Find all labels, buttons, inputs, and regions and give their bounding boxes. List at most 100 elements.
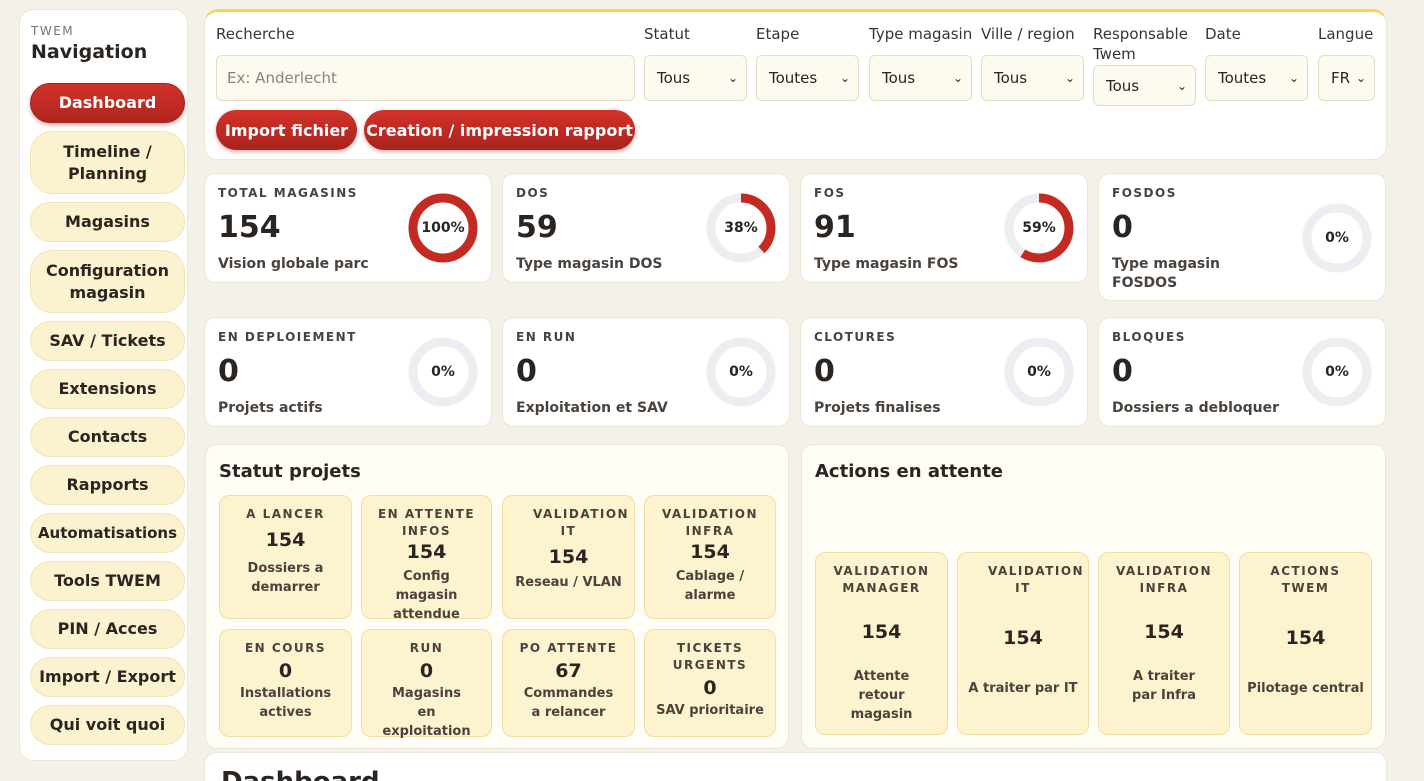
tile-value: 0: [703, 677, 717, 699]
kpi-value: 0: [814, 354, 835, 389]
tile-actions-twem[interactable]: ACTIONS TWEM 154 Pilotage central: [1239, 552, 1372, 735]
tile-validation-manager[interactable]: VALIDATION MANAGER 154 Attente retour ma…: [815, 552, 948, 735]
tile-subtitle: Pilotage central: [1247, 681, 1364, 696]
tile-label: A LANCER: [246, 507, 325, 521]
kpi-label: EN DEPLOIEMENT: [218, 330, 357, 344]
import-file-button[interactable]: Import fichier: [216, 110, 357, 150]
search-label: Recherche: [216, 25, 295, 43]
tile-label: VALIDATION MANAGER: [833, 564, 930, 595]
dashboard-section: Dashboard: [204, 752, 1387, 781]
sidebar-title: Navigation: [31, 41, 148, 63]
langue-label: Langue: [1318, 25, 1374, 43]
statut-label: Statut: [644, 25, 690, 43]
sidebar-item-tools[interactable]: Tools TWEM: [30, 561, 185, 601]
kpi-label: TOTAL MAGASINS: [218, 186, 358, 200]
tile-actions-validation-infra[interactable]: VALIDATION INFRA 154 A traiter par Infra: [1098, 552, 1230, 735]
kpi-percent: 100%: [421, 220, 465, 236]
statut-select[interactable]: Tous ⌄: [644, 55, 747, 101]
tile-label: VALIDATION IT: [988, 564, 1085, 595]
sidebar-item-timeline[interactable]: Timeline / Planning: [30, 131, 185, 194]
kpi-label: FOSDOS: [1112, 186, 1177, 200]
tile-label: VALIDATION INFRA: [1115, 564, 1213, 595]
kpi-percent: 0%: [1027, 364, 1051, 380]
tile-subtitle: A traiter par Infra: [1132, 669, 1196, 703]
kpi-subtitle: Type magasin DOS: [516, 256, 663, 272]
sidebar-item-dashboard[interactable]: Dashboard: [30, 83, 185, 123]
tile-value: 154: [1003, 627, 1043, 649]
tile-value: 154: [548, 546, 589, 568]
sidebar-item-qui-voit-quoi[interactable]: Qui voit quoi: [30, 705, 185, 745]
tile-en-attente-infos[interactable]: EN ATTENTE INFOS 154 Config magasin atte…: [361, 495, 492, 622]
kpi-percent: 38%: [724, 220, 758, 236]
kpi-subtitle: Dossiers a debloquer: [1112, 400, 1279, 416]
kpi-subtitle: Projets finalises: [814, 400, 941, 416]
kpi-card-total-magasins: TOTAL MAGASINS 154 Vision globale parc 1…: [204, 173, 492, 283]
tile-validation-it[interactable]: VALIDATION IT 154 Reseau / VLAN: [502, 495, 635, 619]
tile-label: VALIDATION INFRA: [661, 507, 759, 538]
langue-select[interactable]: FR ⌄: [1318, 55, 1375, 101]
chevron-down-icon: ⌄: [952, 71, 963, 85]
ville-select[interactable]: Tous ⌄: [981, 55, 1084, 101]
tile-subtitle: Magasins en exploitation: [382, 686, 471, 739]
sidebar-item-contacts[interactable]: Contacts: [30, 417, 185, 457]
sidebar-brand: TWEM: [31, 24, 75, 38]
kpi-card-dos: DOS 59 Type magasin DOS 38%: [502, 173, 790, 283]
tile-subtitle: SAV prioritaire: [656, 703, 764, 718]
tile-actions-validation-it[interactable]: VALIDATION IT 154 A traiter par IT: [957, 552, 1089, 735]
kpi-percent: 0%: [431, 364, 455, 380]
sidebar-item-pin[interactable]: PIN / Acces: [30, 609, 185, 649]
sidebar-item-magasins[interactable]: Magasins: [30, 202, 185, 242]
tile-label: EN COURS: [244, 641, 327, 655]
sidebar-item-import-export[interactable]: Import / Export: [30, 657, 185, 697]
tile-en-cours[interactable]: EN COURS 0 Installations actives: [219, 629, 352, 737]
chevron-down-icon: ⌄: [727, 71, 738, 85]
sidebar-item-rapports[interactable]: Rapports: [30, 465, 185, 505]
sidebar-item-configuration[interactable]: Configuration magasin: [30, 250, 185, 313]
filter-bar: Recherche Statut Tous ⌄ Etape Toutes ⌄ T…: [204, 9, 1387, 160]
tile-po-attente[interactable]: PO ATTENTE 67 Commandes a relancer: [502, 629, 635, 737]
tile-subtitle: Installations actives: [240, 686, 332, 720]
sidebar-item-sav[interactable]: SAV / Tickets: [30, 321, 185, 361]
tile-label: RUN: [409, 641, 444, 655]
etape-select[interactable]: Toutes ⌄: [756, 55, 859, 101]
tile-subtitle: Commandes a relancer: [523, 686, 614, 720]
type-magasin-value: Tous: [882, 69, 916, 87]
kpi-label: EN RUN: [516, 330, 577, 344]
search-input[interactable]: [216, 55, 635, 101]
ville-value: Tous: [994, 69, 1028, 87]
tile-value: 154: [406, 541, 447, 563]
tile-subtitle: Reseau / VLAN: [515, 575, 622, 590]
date-label: Date: [1205, 25, 1241, 43]
section-title: Dashboard: [221, 767, 380, 781]
sidebar-item-extensions[interactable]: Extensions: [30, 369, 185, 409]
create-report-button[interactable]: Creation / impression rapport: [364, 110, 635, 150]
kpi-value: 0: [516, 354, 537, 389]
kpi-value: 91: [814, 210, 856, 245]
tile-tickets-urgents[interactable]: TICKETS URGENTS 0 SAV prioritaire: [644, 629, 776, 737]
etape-label: Etape: [756, 25, 800, 43]
ville-label: Ville / region: [981, 25, 1075, 43]
kpi-label: BLOQUES: [1112, 330, 1186, 344]
actions-en-attente-panel: Actions en attente VALIDATION MANAGER 15…: [801, 444, 1386, 749]
chevron-down-icon: ⌄: [839, 71, 850, 85]
tile-subtitle: Dossiers a demarrer: [247, 561, 324, 595]
chevron-down-icon: ⌄: [1355, 71, 1366, 85]
tile-run[interactable]: RUN 0 Magasins en exploitation: [361, 629, 492, 739]
tile-label: VALIDATION IT: [533, 507, 630, 538]
tile-value: 0: [419, 660, 434, 682]
sidebar-item-automatisations[interactable]: Automatisations: [30, 513, 185, 553]
type-magasin-select[interactable]: Tous ⌄: [869, 55, 972, 101]
date-select[interactable]: Toutes ⌄: [1205, 55, 1308, 101]
tile-value: 0: [278, 660, 293, 682]
kpi-subtitle: Type magasin FOSDOS: [1112, 256, 1221, 291]
kpi-card-en-run: EN RUN 0 Exploitation et SAV 0%: [502, 317, 790, 427]
tile-subtitle: Attente retour magasin: [850, 669, 913, 722]
kpi-percent: 0%: [1325, 364, 1349, 380]
tile-validation-infra[interactable]: VALIDATION INFRA 154 Cablage / alarme: [644, 495, 776, 619]
tile-a-lancer[interactable]: A LANCER 154 Dossiers a demarrer: [219, 495, 352, 619]
tile-value: 154: [1144, 621, 1184, 643]
kpi-card-en-deploiement: EN DEPLOIEMENT 0 Projets actifs 0%: [204, 317, 492, 427]
responsable-select[interactable]: Tous ⌄: [1093, 65, 1196, 106]
langue-value: FR: [1331, 69, 1351, 87]
kpi-card-fos: FOS 91 Type magasin FOS 59%: [800, 173, 1088, 283]
